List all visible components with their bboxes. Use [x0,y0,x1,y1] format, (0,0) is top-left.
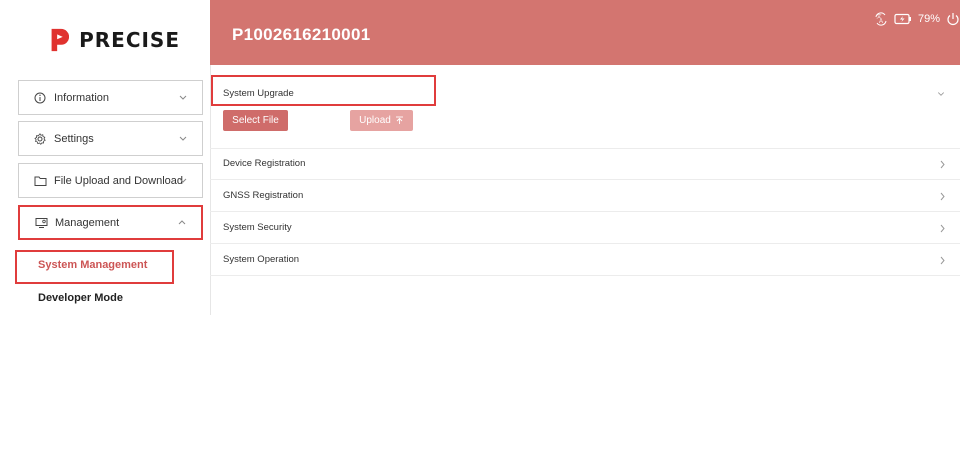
device-id: P1002616210001 [232,25,371,44]
sidebar-item-management[interactable]: Management [18,205,203,240]
battery-percentage: 79% [917,13,940,25]
selection-highlight [211,75,436,106]
button-label: Upload [359,115,391,126]
info-icon [33,91,47,105]
section-system-security[interactable]: System Security [210,212,960,244]
section-label: Device Registration [223,158,306,169]
section-label: System Security [223,222,292,233]
section-device-registration[interactable]: Device Registration [210,148,960,180]
brand-name: PRECISE [79,28,180,52]
chevron-down-icon [937,92,945,96]
language-icon[interactable]: A文 [874,12,888,26]
chevron-down-icon [179,178,187,183]
section-label: System Operation [223,254,300,265]
chevron-up-icon [178,220,186,225]
chevron-down-icon [179,136,187,141]
sidebar: PRECISE Information Settings File Upload… [0,0,210,450]
chevron-down-icon [179,95,187,100]
sidebar-item-label: Settings [54,132,94,145]
sidebar-subitem-system-management[interactable]: System Management [38,259,147,271]
section-gnss-registration[interactable]: GNSS Registration [210,180,960,212]
upload-button[interactable]: Upload [350,110,413,131]
chevron-right-icon [940,192,945,201]
sidebar-item-settings[interactable]: Settings [18,121,203,156]
management-icon [34,216,48,230]
precise-logo-icon [51,28,70,52]
section-system-operation[interactable]: System Operation [210,244,960,276]
brand-logo[interactable]: PRECISE [50,22,180,58]
chevron-right-icon [940,224,945,233]
sidebar-subitem-developer-mode[interactable]: Developer Mode [38,292,123,304]
header-status: A文 79% [868,12,960,26]
chevron-right-icon [940,160,945,169]
sidebar-item-file-upload-download[interactable]: File Upload and Download [18,163,203,198]
svg-text:文: 文 [876,13,881,20]
select-file-button[interactable]: Select File [223,110,288,131]
sidebar-item-label: Management [55,216,120,229]
gear-icon [33,132,47,146]
sidebar-item-information[interactable]: Information [18,80,203,115]
section-label: GNSS Registration [223,190,304,201]
power-icon[interactable] [946,12,960,26]
battery-icon [894,13,911,25]
button-label: Select File [232,115,279,126]
folder-icon [33,174,47,188]
upload-icon [395,116,403,124]
header-bar: P1002616210001 A文 79% [210,0,960,65]
chevron-right-icon [940,256,945,265]
sidebar-item-label: Information [54,91,110,104]
sidebar-item-label: File Upload and Download [54,174,184,187]
